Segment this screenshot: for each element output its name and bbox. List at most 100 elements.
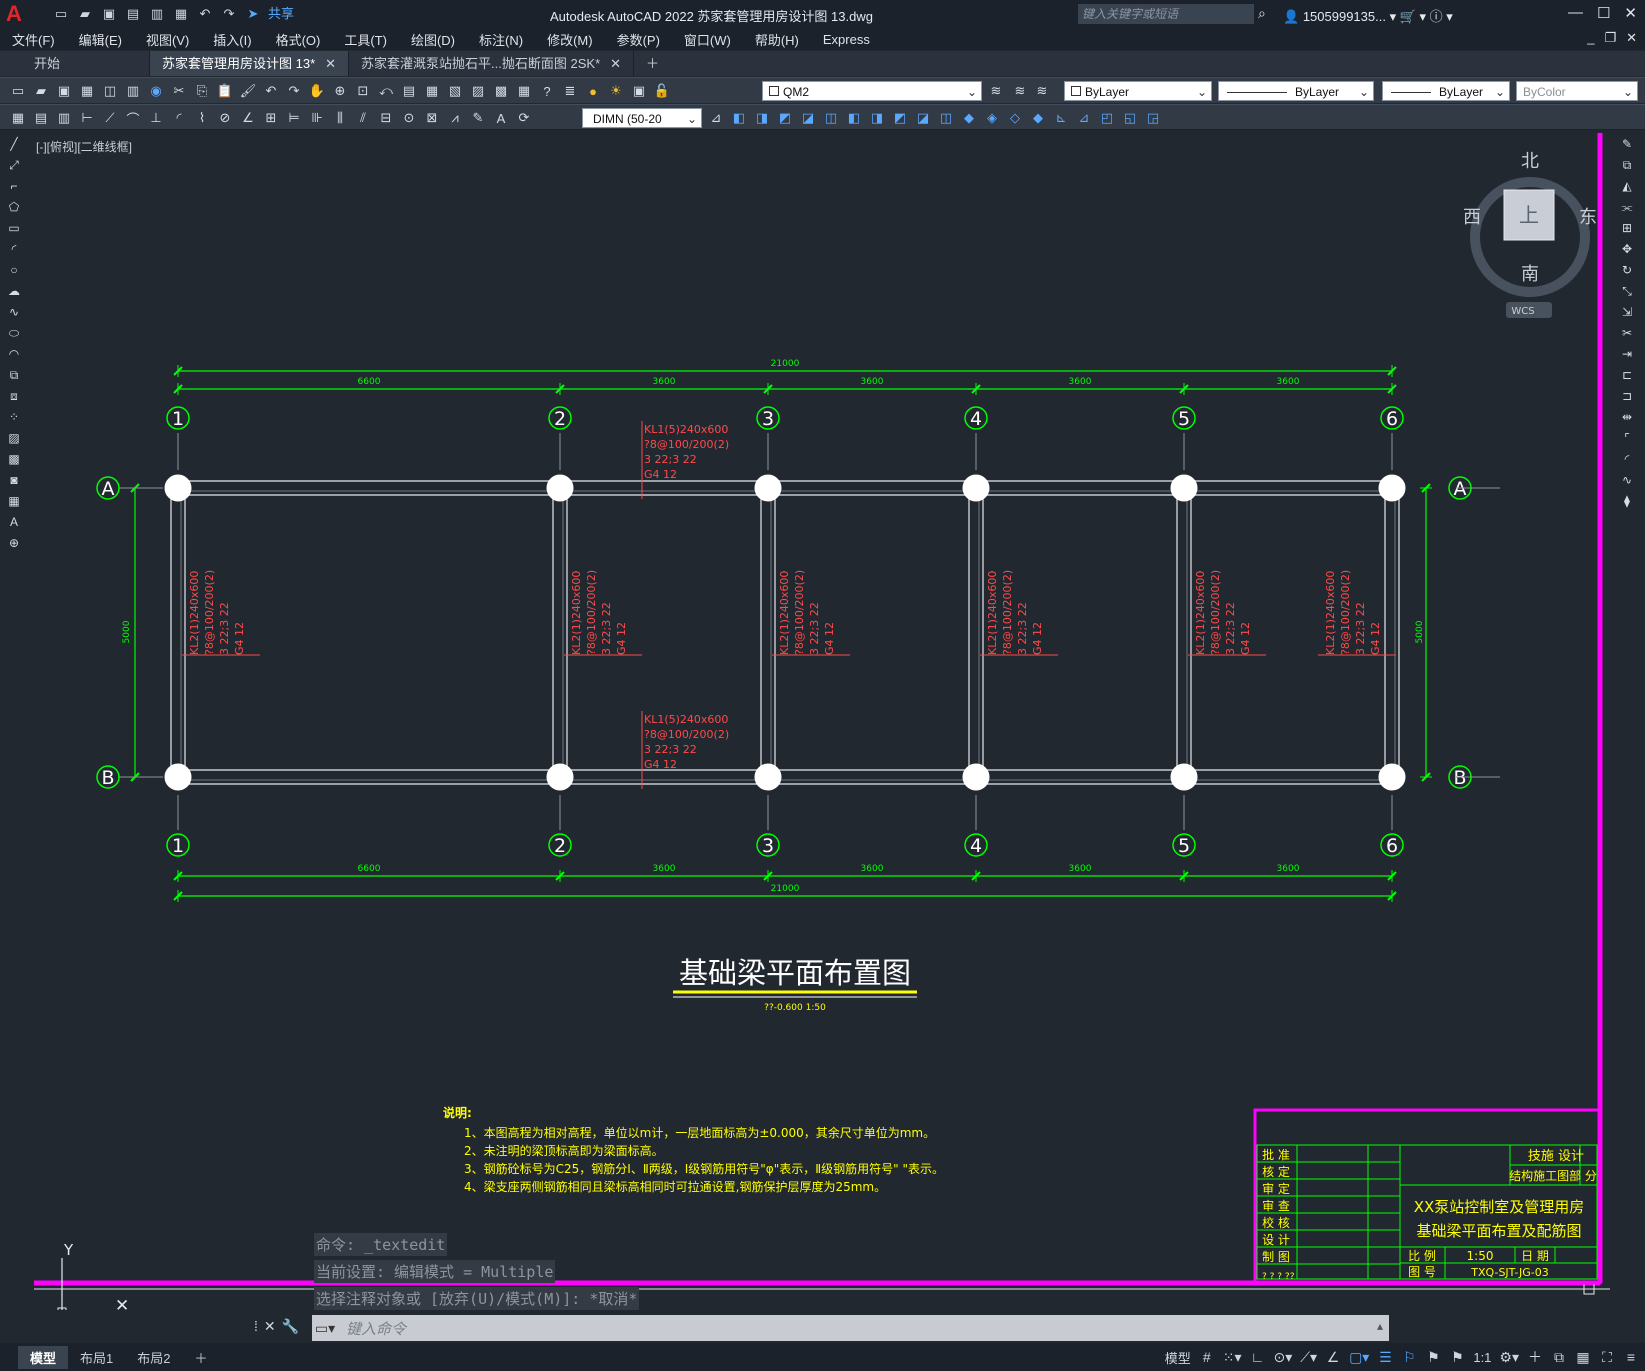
baseline-dim-icon[interactable]: ⊨ [284,108,304,128]
break-point-icon[interactable]: ⊏ [1617,366,1637,384]
construction-line-icon[interactable]: ⤢ [4,156,24,174]
dim-text-edit-icon[interactable]: A [491,108,511,128]
layer-dropdown[interactable]: QM2 ⌄ [762,81,982,101]
settings-icon[interactable]: ⚙▾ [1499,1349,1519,1366]
lineweight-icon[interactable]: ☰ [1377,1349,1393,1366]
hardware-accel-icon[interactable]: ▦ [1575,1349,1591,1366]
command-prompt-icon[interactable]: ▭▾ [312,1320,338,1337]
jogged-dim-icon[interactable]: ⌇ [192,108,212,128]
isodraft-icon[interactable]: ⟋▾ [1300,1349,1317,1366]
customize-menu-icon[interactable]: ≡ [1623,1349,1639,1365]
maximize-icon[interactable]: ☐ [1597,4,1610,22]
diameter-dim-icon[interactable]: ⊘ [215,108,235,128]
zoom-window-icon[interactable]: ⊡ [353,81,373,101]
trim-icon[interactable]: ✂ [1617,324,1637,342]
close-tab-icon[interactable]: ✕ [325,56,336,71]
menu-modify[interactable]: 修改(M) [535,30,605,49]
layer-previous-icon[interactable]: ≋ [1010,81,1030,101]
menu-draw[interactable]: 绘图(D) [399,30,467,49]
make-current-icon[interactable]: ≋ [986,81,1006,101]
dimstyle-dropdown[interactable]: DIMN (50-20 ⌄ [582,108,702,128]
save-icon[interactable]: ▣ [100,5,118,23]
dim-update-icon[interactable]: ⟳ [514,108,534,128]
menu-insert[interactable]: 插入(I) [201,30,263,49]
menu-help[interactable]: 帮助(H) [743,30,811,49]
fullscreen-icon[interactable]: ⛶ [1599,1349,1615,1366]
design-center-icon[interactable]: ▦ [422,81,442,101]
drawing-canvas[interactable]: 6600 3600 3600 3600 3600 21000 6600 3600 3600 360… [0,131,1645,1310]
offset-icon[interactable]: ⫘ [1617,198,1637,216]
shaded-icon[interactable]: ◆ [1028,108,1048,128]
markup-icon[interactable]: ▩ [491,81,511,101]
layer-vp-freeze-icon[interactable]: ▣ [629,81,649,101]
grip-icon[interactable]: ⁞ [254,1318,258,1335]
circle-icon[interactable]: ○ [4,261,24,279]
undo-icon[interactable]: ↶ [196,5,214,23]
angular-dim-icon[interactable]: ∠ [238,108,258,128]
viewcube-south[interactable]: 南 [1521,264,1539,285]
view-right-icon[interactable]: ◪ [798,108,818,128]
viewcube[interactable]: 上 北 南 西 东 WCS [1463,151,1597,318]
cmd-recent-icon[interactable]: ▴ [1377,1319,1383,1333]
extend-icon[interactable]: ⇥ [1617,345,1637,363]
make-block-icon[interactable]: ⧈ [4,387,24,405]
quick-dim-icon[interactable]: ⊞ [261,108,281,128]
zoom-previous-icon[interactable]: ⤺ [376,81,396,101]
web-icon[interactable]: ◉ [146,81,166,101]
preview-icon[interactable]: ◫ [100,81,120,101]
minimize-icon[interactable]: — [1568,4,1583,22]
ucs-object-icon[interactable]: ◲ [1143,108,1163,128]
arc-length-icon[interactable]: ⌒ [123,108,143,128]
conceptual-icon[interactable]: ◇ [1005,108,1025,128]
add-icon[interactable]: ＋ [1527,1347,1543,1367]
table-icon[interactable]: ▦ [4,492,24,510]
ucs-world-icon[interactable]: ⊿ [1074,108,1094,128]
polyline-icon[interactable]: ⌐ [4,177,24,195]
move-icon[interactable]: ✥ [1617,240,1637,258]
revcloud-icon[interactable]: ☁ [4,282,24,300]
close-icon[interactable]: ✕ [1624,4,1637,22]
polygon-icon[interactable]: ⬠ [4,198,24,216]
viewcube-north[interactable]: 北 [1521,151,1539,172]
open-icon[interactable]: ▰ [31,81,51,101]
share-label[interactable]: 共享 [268,5,294,23]
layout-tab-1[interactable]: 布局1 [68,1346,125,1369]
doc-close-icon[interactable]: ✕ [1626,30,1637,46]
dim-break-icon[interactable]: ⫽ [353,108,373,128]
blend-icon[interactable]: ∿ [1617,471,1637,489]
autocad-logo-icon[interactable]: A [6,1,32,27]
ellipse-arc-icon[interactable]: ◠ [4,345,24,363]
color-dropdown[interactable]: ByLayer ⌄ [1064,81,1212,101]
pan-icon[interactable]: ✋ [307,81,327,101]
insert-block-icon[interactable]: ⧉ [4,366,24,384]
break-icon[interactable]: ⊐ [1617,387,1637,405]
chamfer-icon[interactable]: ⌜ [1617,429,1637,447]
cut-icon[interactable]: ✂ [169,81,189,101]
menu-dimension[interactable]: 标注(N) [467,30,535,49]
fillet-icon[interactable]: ◜ [1617,450,1637,468]
auto-scale-icon[interactable]: ⚑ [1425,1349,1441,1366]
menu-express[interactable]: Express [811,32,882,47]
arc-icon[interactable]: ◜ [4,240,24,258]
layout-tab-2[interactable]: 布局2 [125,1346,182,1369]
gradient-icon[interactable]: ▩ [4,450,24,468]
undo-icon[interactable]: ↶ [261,81,281,101]
menu-window[interactable]: 窗口(W) [672,30,743,49]
ortho-icon[interactable]: ∟ [1249,1349,1265,1365]
model-space-toggle[interactable]: 模型 [1165,1348,1191,1367]
viewcube-top[interactable]: 上 [1519,203,1539,227]
new-icon[interactable]: ▭ [52,5,70,23]
view-nw-icon[interactable]: ◫ [936,108,956,128]
match-properties-icon[interactable]: 🖌 [238,81,258,101]
paste-icon[interactable]: 📋 [215,81,235,101]
rectangle-icon[interactable]: ▭ [4,219,24,237]
center-mark-icon[interactable]: ⊙ [399,108,419,128]
ucs-icon[interactable]: ⊾ [1051,108,1071,128]
viewport-controls[interactable]: [-][俯视][二维线框] [36,138,132,155]
share-icon[interactable]: ➤ [244,5,262,23]
save-icon[interactable]: ▣ [54,81,74,101]
ellipse-icon[interactable]: ⬭ [4,324,24,342]
dim-space-icon[interactable]: ⫼ [330,108,350,128]
rotate-icon[interactable]: ↻ [1617,261,1637,279]
mtext-icon[interactable]: A [4,513,24,531]
